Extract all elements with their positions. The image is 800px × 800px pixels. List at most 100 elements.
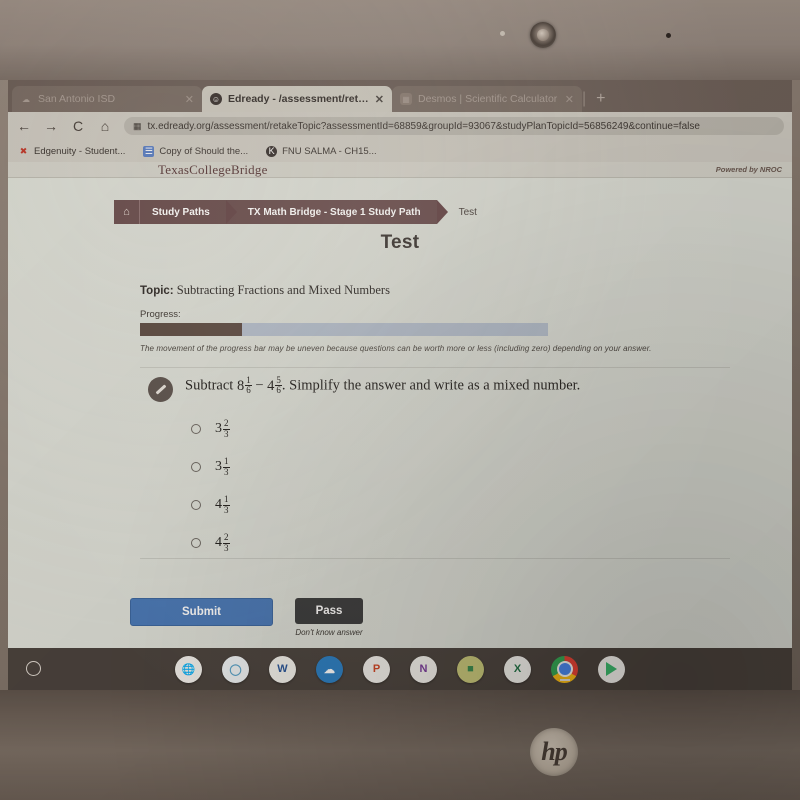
tab-title: Desmos | Scientific Calculator [418, 93, 558, 105]
tab-title: Edready - /assessment/retakeTo [228, 93, 369, 105]
site-header: TexasCollegeBridge Powered by NROC [8, 162, 792, 178]
progress-note: The movement of the progress bar may be … [140, 344, 652, 353]
answer-numerator: 1 [223, 456, 230, 468]
answer-denominator: 3 [224, 504, 229, 515]
address-bar[interactable]: ▦ tx.edready.org/assessment/retakeTopic?… [124, 117, 784, 135]
browser-tab-inactive-1[interactable]: ☁ San Antonio ISD ✕ [12, 86, 202, 112]
breadcrumb-label: Study Paths [152, 206, 210, 218]
pass-button[interactable]: Pass [295, 598, 363, 624]
answer-value: 323 [215, 419, 230, 438]
web-page: TexasCollegeBridge Powered by NROC ⌂ Stu… [8, 162, 792, 690]
radio-button[interactable] [191, 538, 201, 548]
close-tab-icon[interactable]: ✕ [565, 93, 574, 106]
bookmark-label: FNU SALMA - CH15... [282, 145, 377, 157]
answer-option[interactable]: 423 [191, 524, 230, 562]
new-tab-button[interactable]: + [586, 86, 615, 112]
breadcrumb-label: TX Math Bridge - Stage 1 Study Path [247, 206, 421, 218]
site-logo[interactable]: TexasCollegeBridge [158, 162, 268, 178]
question-suffix: . Simplify the answer and write as a mix… [281, 377, 581, 394]
tab-title: San Antonio ISD [38, 93, 116, 105]
webcam [530, 22, 556, 48]
breadcrumb-home-icon[interactable]: ⌂ [114, 200, 140, 224]
submit-button[interactable]: Submit [130, 598, 273, 626]
laptop-photo: ☁ San Antonio ISD ✕ ☺ Edready - /assessm… [0, 0, 800, 800]
laptop-screen: ☁ San Antonio ISD ✕ ☺ Edready - /assessm… [8, 80, 792, 690]
bookmark-edgenuity[interactable]: ✖ Edgenuity - Student... [18, 145, 126, 157]
progress-label: Progress: [140, 309, 181, 320]
answer-option[interactable]: 323 [191, 410, 230, 448]
back-icon[interactable]: ← [16, 118, 32, 134]
question-operator: − [251, 377, 268, 394]
close-tab-icon[interactable]: ✕ [185, 93, 194, 106]
operand-1: 816 [236, 375, 252, 395]
shelf-app-onedrive[interactable]: ☁ [316, 655, 343, 683]
question-prefix: Subtract [185, 377, 237, 394]
shelf-app-onenote[interactable]: N [410, 655, 437, 683]
shelf-app-play-store[interactable] [598, 655, 625, 683]
shelf-app-classroom[interactable]: ■ [457, 655, 484, 683]
bookmark-google-doc[interactable]: ☰ Copy of Should the... [143, 145, 249, 157]
shelf-app-powerpoint[interactable]: P [363, 655, 390, 683]
topic-line: Topic: Subtracting Fractions and Mixed N… [140, 283, 730, 298]
bookmark-label: Edgenuity - Student... [34, 145, 126, 157]
radio-button[interactable] [191, 500, 201, 510]
breadcrumb: ⌂ Study Paths TX Math Bridge - Stage 1 S… [114, 200, 477, 224]
question-row: Subtract 816 − 456. Simplify the answer … [148, 375, 581, 402]
bookmarks-bar: ✖ Edgenuity - Student... ☰ Copy of Shoul… [8, 140, 792, 162]
browser-tab-strip: ☁ San Antonio ISD ✕ ☺ Edready - /assessm… [8, 80, 792, 112]
shelf-app-chrome[interactable] [551, 655, 578, 683]
breadcrumb-label: Test [458, 206, 477, 218]
hp-logo: hp [530, 728, 578, 776]
topic-block: Topic: Subtracting Fractions and Mixed N… [140, 283, 730, 353]
close-tab-icon[interactable]: ✕ [375, 93, 384, 106]
pass-note: Don't know answer [295, 628, 363, 637]
kahoot-icon: K [266, 145, 278, 157]
radio-button[interactable] [191, 424, 201, 434]
answer-options: 323 313 413 423 [191, 410, 230, 562]
operand-1-whole: 8 [236, 377, 245, 394]
page-title: Test [380, 232, 420, 253]
answer-whole: 4 [215, 497, 222, 512]
question-bottom-divider [140, 558, 730, 559]
microphone-dot [666, 33, 671, 38]
page-info-icon[interactable]: ▦ [133, 121, 142, 132]
shelf-app-web-store[interactable]: 🌐 [175, 655, 202, 683]
answer-value: 413 [215, 495, 230, 514]
browser-tab-active[interactable]: ☺ Edready - /assessment/retakeTo ✕ [202, 86, 392, 112]
progress-bar-fill [140, 323, 242, 336]
home-icon[interactable]: ⌂ [97, 118, 113, 134]
camera-indicator-dot [500, 31, 505, 36]
question-top-divider [140, 367, 730, 368]
url-text: tx.edready.org/assessment/retakeTopic?as… [147, 120, 700, 132]
answer-numerator: 2 [223, 532, 230, 544]
action-buttons: Submit Pass Don't know answer [130, 598, 363, 637]
breadcrumb-item-study-path[interactable]: TX Math Bridge - Stage 1 Study Path [225, 200, 448, 224]
question-text: Subtract 816 − 456. Simplify the answer … [185, 375, 581, 395]
laptop-bottom-bezel [0, 690, 800, 800]
cloud-icon: ☁ [22, 94, 30, 104]
page-content: ⌂ Study Paths TX Math Bridge - Stage 1 S… [8, 178, 792, 690]
bookmark-label: Copy of Should the... [159, 145, 249, 157]
launcher-icon[interactable] [26, 661, 41, 676]
answer-whole: 4 [215, 535, 222, 550]
topic-value: Subtracting Fractions and Mixed Numbers [176, 283, 390, 297]
answer-numerator: 2 [223, 418, 230, 430]
answer-denominator: 3 [224, 542, 229, 553]
powered-by-label: Powered by NROC [715, 165, 782, 174]
answer-option[interactable]: 313 [191, 448, 230, 486]
google-docs-icon: ☰ [143, 145, 155, 157]
browser-tab-inactive-2[interactable]: ▦ Desmos | Scientific Calculator ✕ [392, 86, 582, 112]
shelf-app-excel[interactable]: X [504, 655, 531, 683]
answer-whole: 3 [215, 421, 222, 436]
bookmark-kahoot[interactable]: K FNU SALMA - CH15... [266, 145, 377, 157]
breadcrumb-item-study-paths[interactable]: Study Paths [140, 200, 237, 224]
operand-2: 456 [267, 375, 282, 395]
radio-button[interactable] [191, 462, 201, 472]
reload-icon[interactable]: C [70, 118, 86, 134]
operand-2-whole: 4 [267, 377, 275, 394]
progress-bar [140, 323, 548, 336]
answer-option[interactable]: 413 [191, 486, 230, 524]
shelf-app-search-bubble[interactable]: ◯ [222, 655, 249, 683]
forward-icon[interactable]: → [43, 118, 59, 134]
shelf-app-word[interactable]: W [269, 655, 296, 683]
